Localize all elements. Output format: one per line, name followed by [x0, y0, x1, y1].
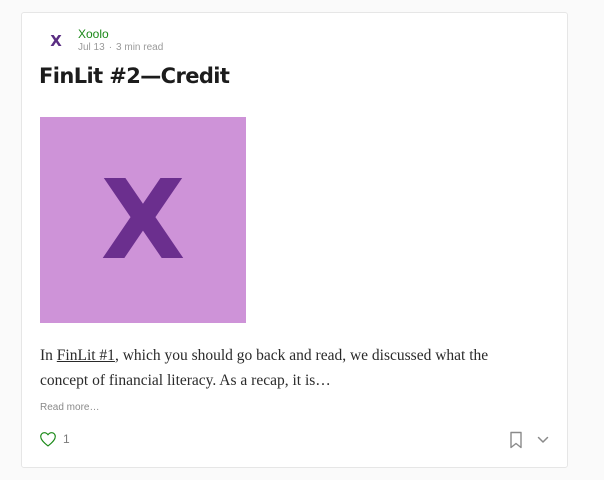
author-avatar[interactable]: X	[38, 27, 74, 55]
post-meta: Xoolo Jul 13 · 3 min read	[78, 27, 163, 55]
post-excerpt: In FinLit #1, which you should go back a…	[40, 343, 540, 393]
read-more-link[interactable]: Read more…	[40, 402, 99, 413]
post-hero-image[interactable]: X	[40, 117, 246, 323]
post-meta-line: Jul 13 · 3 min read	[78, 41, 163, 55]
post-card: X Xoolo Jul 13 · 3 min read FinLit #2—Cred…	[21, 12, 568, 468]
clap-count: 1	[63, 432, 70, 446]
finlit-1-link[interactable]: FinLit #1	[57, 347, 115, 364]
post-footer-right	[509, 431, 549, 449]
read-time: 3 min read	[116, 42, 164, 53]
heart-icon[interactable]	[39, 431, 57, 447]
meta-separator: ·	[108, 42, 113, 53]
bookmark-icon[interactable]	[509, 431, 523, 449]
chevron-down-icon[interactable]	[537, 436, 549, 444]
post-date: Jul 13	[78, 42, 105, 53]
hero-logo-letter: X	[100, 156, 186, 284]
excerpt-prefix: In	[40, 347, 57, 364]
author-row: X Xoolo Jul 13 · 3 min read	[38, 27, 163, 55]
author-name-link[interactable]: Xoolo	[78, 27, 163, 41]
post-title[interactable]: FinLit #2—Credit	[39, 64, 230, 88]
post-footer-actions: 1	[39, 431, 70, 447]
